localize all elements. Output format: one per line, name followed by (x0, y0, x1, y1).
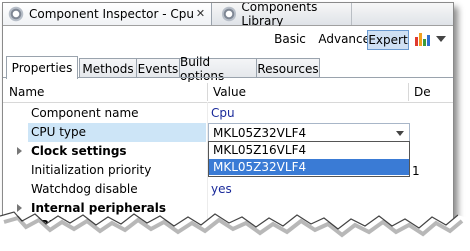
tab-label: Component Inspector - Cpu (29, 7, 195, 21)
expand-icon[interactable] (17, 147, 22, 155)
row-value[interactable]: yes (211, 180, 232, 199)
component-inspector-window: Component Inspector - Cpu ✕ Components L… (2, 2, 454, 230)
table-row-selected[interactable]: CPU type MKL05Z32VLF4 (3, 123, 453, 143)
tab-component-inspector[interactable]: Component Inspector - Cpu ✕ (3, 3, 212, 25)
dropdown-option-selected[interactable]: MKL05Z32VLF4 (209, 159, 409, 175)
tab-events[interactable]: Events (136, 58, 180, 78)
row-name: Clock settings (31, 144, 127, 158)
cpu-type-combo[interactable]: MKL05Z32VLF4 (208, 123, 410, 143)
row-value[interactable]: Cpu (211, 104, 235, 123)
gear-icon (8, 6, 24, 22)
view-menu-icon[interactable] (436, 36, 446, 42)
column-name[interactable]: Name (9, 82, 44, 102)
tab-build-options[interactable]: Build options (179, 55, 257, 83)
tab-resources[interactable]: Resources (256, 58, 320, 78)
level-toolbar: Basic Advanced Expert (3, 26, 453, 50)
table-row[interactable]: CPU i (3, 216, 453, 230)
expand-icon[interactable] (17, 204, 22, 212)
view-tab-bar: Component Inspector - Cpu ✕ Components L… (3, 2, 453, 28)
column-details[interactable]: De (414, 82, 431, 102)
row-name: CPU type (31, 125, 87, 139)
tab-label: Components Library (241, 2, 318, 28)
property-grid: Name Value De Component name Cpu CPU typ… (3, 82, 453, 229)
dropdown-option[interactable]: MKL05Z16VLF4 (209, 142, 409, 158)
table-row[interactable]: Component name Cpu (3, 104, 453, 123)
chevron-down-icon[interactable] (396, 131, 404, 136)
sub-tab-bar: Properties Methods Events Build options … (3, 55, 453, 83)
gear-icon (222, 6, 237, 22)
column-value[interactable]: Value (213, 82, 246, 102)
row-name: Component name (31, 106, 139, 120)
row-name: Watchdog disable (31, 182, 138, 196)
tab-components-library[interactable]: Components Library (217, 2, 352, 28)
basic-button[interactable]: Basic (265, 30, 315, 48)
table-row[interactable]: Watchdog disable yes (3, 180, 453, 199)
cpu-type-dropdown: MKL05Z16VLF4 MKL05Z32VLF4 (208, 141, 410, 177)
bar-chart-icon[interactable] (413, 30, 431, 48)
row-name: Initialization priority (31, 163, 152, 177)
expert-button[interactable]: Expert (367, 30, 409, 50)
grid-header: Name Value De (3, 82, 453, 103)
row-value[interactable]: 1 (412, 162, 420, 181)
combo-value: MKL05Z32VLF4 (213, 126, 307, 140)
row-name: CPU i (31, 218, 67, 230)
tab-properties[interactable]: Properties (6, 56, 78, 79)
close-icon[interactable]: ✕ (194, 7, 207, 20)
tab-methods[interactable]: Methods (79, 58, 137, 78)
